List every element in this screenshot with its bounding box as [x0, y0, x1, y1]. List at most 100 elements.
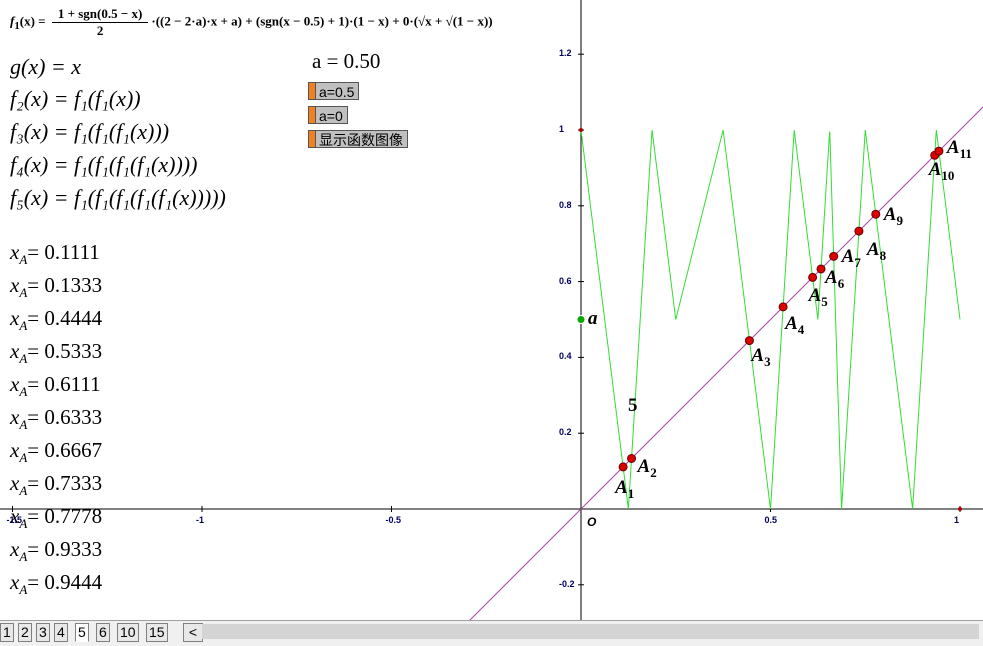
xa-value-line[interactable]: xA= 0.6111: [10, 372, 101, 400]
param-a-value[interactable]: a = 0.50: [312, 49, 380, 74]
point-label-name: A: [928, 159, 942, 181]
f1-lhs-arg: (x) =: [19, 13, 46, 29]
xa-value-line[interactable]: xA= 0.9444: [10, 570, 102, 598]
xa-value-line[interactable]: xA= 0.5333: [10, 339, 102, 367]
fixed-point: [744, 336, 754, 346]
xa-value-line[interactable]: xA= 0.1111: [10, 240, 100, 268]
set-a-zero-button[interactable]: a=0: [308, 106, 348, 124]
y-tick-label: 1: [559, 124, 565, 134]
xa-value: = 0.4444: [27, 306, 103, 330]
y-tick-label: 0.8: [559, 199, 572, 210]
diagonal-line: [469, 106, 983, 620]
page-tab-5[interactable]: 5: [75, 623, 89, 642]
unit-x-marker: [958, 507, 962, 511]
fixed-point: [808, 272, 818, 282]
fixed-point: [778, 302, 788, 312]
page-tab-3[interactable]: 3: [36, 623, 50, 642]
point-label-name: A: [883, 204, 897, 226]
f1-numerator: 1 + sgn(0.5 − x): [51, 6, 149, 23]
x-tick-label: 0.5: [764, 515, 778, 525]
point-label: A1: [615, 477, 634, 502]
definition-line[interactable]: f₄(x) = f₁(f₁(f₁(f₁(x)))): [10, 152, 197, 178]
x-tick-label: 1: [954, 515, 960, 525]
y-tick-label: 0.6: [559, 275, 572, 286]
page-tab-2[interactable]: 2: [18, 623, 32, 642]
point-label-name: A: [825, 266, 838, 288]
xa-value: = 0.5333: [27, 339, 103, 363]
xa-value-line[interactable]: xA= 0.6667: [10, 438, 102, 466]
point-label: A8: [867, 239, 886, 264]
xa-value-line[interactable]: xA= 0.1333: [10, 273, 102, 301]
xa-symbol: x: [10, 471, 20, 495]
xa-value: = 0.1111: [27, 240, 100, 264]
page-tab-6[interactable]: 6: [96, 623, 110, 642]
point-label-name: A: [751, 344, 765, 366]
page-tab-10[interactable]: 10: [117, 623, 139, 642]
point-label-name: A: [946, 137, 960, 159]
param-a-point: [576, 315, 586, 324]
definition-line[interactable]: f₅(x) = f₁(f₁(f₁(f₁(f₁(x))))): [10, 185, 226, 211]
xa-value-line[interactable]: xA= 0.9333: [10, 537, 102, 565]
point-label: A10: [929, 159, 955, 184]
page-tab-1[interactable]: 1: [0, 623, 14, 642]
fixed-point: [627, 453, 637, 463]
xa-value-line[interactable]: xA= 0.4444: [10, 306, 102, 334]
show-graph-button[interactable]: 显示函数图像: [308, 130, 408, 148]
fixed-point: [934, 146, 944, 156]
xa-value: = 0.7778: [27, 504, 103, 528]
xa-value-line[interactable]: xA= 0.7333: [10, 471, 102, 499]
xa-value: = 0.6333: [27, 405, 103, 429]
set-a-half-button[interactable]: a=0.5: [308, 82, 360, 100]
point-label-sub: 9: [896, 213, 903, 228]
fixed-point: [618, 462, 628, 472]
xa-symbol: x: [10, 240, 20, 264]
x-tick-label: -1.5: [6, 515, 23, 525]
x-tick-label: -1: [196, 515, 205, 525]
xa-value-line[interactable]: xA= 0.6333: [10, 405, 102, 433]
definition-line[interactable]: f₃(x) = f₁(f₁(f₁(x))): [10, 119, 169, 145]
definition-line[interactable]: f₂(x) = f₁(f₁(x)): [10, 86, 141, 112]
point-label-sub: 8: [879, 247, 887, 263]
xa-symbol: x: [10, 405, 20, 429]
point-label: A7: [842, 246, 861, 271]
xa-symbol: x: [10, 339, 20, 363]
fixed-point: [854, 226, 864, 236]
xa-value-line[interactable]: xA= 0.7778: [10, 504, 102, 532]
fixed-point: [829, 251, 839, 261]
f1-fraction: 1 + sgn(0.5 − x) 2: [51, 6, 149, 39]
page-tab-4[interactable]: 4: [54, 623, 68, 642]
point-label-name: A: [637, 456, 651, 478]
y-tick-label: 0.2: [559, 427, 572, 438]
point-label-sub: 5: [821, 294, 828, 310]
page-tab-bar: 1 2 3 4 5 6 10 15 <: [0, 620, 983, 646]
y-tick-label: -0.2: [559, 578, 575, 589]
definition-line[interactable]: g(x) = x: [10, 54, 81, 80]
tab-scroll-left-button[interactable]: <: [183, 623, 203, 642]
curve-label: 5: [628, 395, 638, 416]
point-label-sub: 11: [959, 145, 972, 161]
sketch-canvas[interactable]: f1(x) = 1 + sgn(0.5 − x) 2 ·((2 − 2·a)·x…: [0, 0, 983, 620]
param-a-point-label: a: [588, 307, 598, 329]
xa-value: = 0.9444: [27, 570, 103, 594]
function-graph[interactable]: [0, 0, 983, 620]
point-label: A3: [751, 345, 770, 370]
xa-value: = 0.6667: [27, 438, 103, 462]
xa-symbol: x: [10, 438, 20, 462]
xa-symbol: x: [10, 306, 20, 330]
page-tab-15[interactable]: 15: [146, 623, 168, 642]
xa-symbol: x: [10, 372, 20, 396]
point-label: A2: [638, 456, 657, 481]
xa-symbol: x: [10, 273, 20, 297]
point-label-name: A: [841, 246, 855, 268]
horizontal-scrollbar[interactable]: [202, 624, 979, 639]
point-label-sub: 3: [764, 353, 771, 369]
x-tick-label: -0.5: [385, 515, 402, 525]
xa-value: = 0.6111: [27, 372, 101, 396]
f1-denominator: 2: [96, 23, 104, 38]
f1-rest: ·((2 − 2·a)·x + a) + (sgn(x − 0.5) + 1)·…: [151, 13, 493, 29]
point-label: A4: [785, 313, 804, 338]
x-tick-label: O: [587, 515, 597, 529]
point-label-sub: 2: [650, 465, 657, 481]
point-label-sub: 1: [627, 485, 635, 501]
point-label-name: A: [615, 476, 628, 498]
